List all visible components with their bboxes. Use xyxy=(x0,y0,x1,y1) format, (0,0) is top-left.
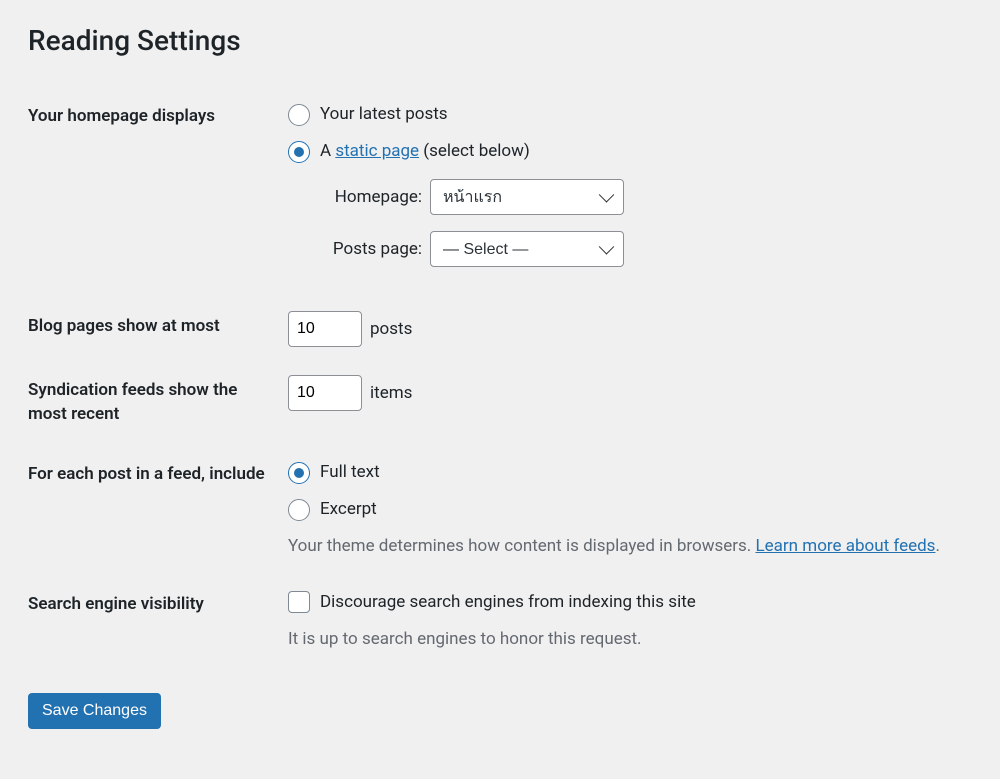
label-homepage-displays: Your homepage displays xyxy=(28,87,288,297)
input-posts-per-page[interactable] xyxy=(288,311,362,347)
label-sev: Search engine visibility xyxy=(28,575,288,667)
save-button[interactable]: Save Changes xyxy=(28,693,161,729)
label-homepage-select: Homepage: xyxy=(320,184,422,211)
input-syndication-items[interactable] xyxy=(288,375,362,411)
link-static-page[interactable]: static page xyxy=(335,141,419,161)
radio-static-page[interactable] xyxy=(288,141,310,163)
feed-description: Your theme determines how content is dis… xyxy=(288,533,972,560)
reading-settings-page: Reading Settings Your homepage displays … xyxy=(0,0,1000,753)
suffix-posts: posts xyxy=(370,316,412,343)
radio-text-latest: Your latest posts xyxy=(320,101,448,128)
suffix-items: items xyxy=(370,380,412,407)
label-postspage-select: Posts page: xyxy=(320,236,422,263)
radio-text-full: Full text xyxy=(320,459,380,486)
settings-form: Your homepage displays Your latest posts… xyxy=(28,87,972,667)
checkbox-label-discourage[interactable]: Discourage search engines from indexing … xyxy=(288,589,972,616)
checkbox-text-discourage: Discourage search engines from indexing … xyxy=(320,589,696,616)
label-syndication: Syndication feeds show the most recent xyxy=(28,361,288,445)
radio-label-excerpt[interactable]: Excerpt xyxy=(288,496,972,523)
radio-label-latest-posts[interactable]: Your latest posts xyxy=(288,101,972,128)
static-page-subfields: Homepage: หน้าแรก Posts page: xyxy=(320,179,972,267)
page-title: Reading Settings xyxy=(28,24,972,57)
radio-label-static-page[interactable]: A static page (select below) xyxy=(288,138,972,165)
select-postspage[interactable]: — Select — xyxy=(430,231,624,267)
label-blog-pages: Blog pages show at most xyxy=(28,297,288,361)
radio-latest-posts[interactable] xyxy=(288,104,310,126)
homepage-radio-group: Your latest posts A static page (select … xyxy=(288,101,972,165)
radio-label-full-text[interactable]: Full text xyxy=(288,459,972,486)
sev-description: It is up to search engines to honor this… xyxy=(288,626,972,653)
select-homepage[interactable]: หน้าแรก xyxy=(430,179,624,215)
feed-include-radio-group: Full text Excerpt xyxy=(288,459,972,523)
checkbox-discourage[interactable] xyxy=(288,591,310,613)
label-feed-include: For each post in a feed, include xyxy=(28,445,288,575)
radio-text-excerpt: Excerpt xyxy=(320,496,377,523)
link-learn-feeds[interactable]: Learn more about feeds xyxy=(756,536,936,556)
radio-excerpt[interactable] xyxy=(288,499,310,521)
radio-text-static: A static page (select below) xyxy=(320,138,530,165)
radio-full-text[interactable] xyxy=(288,462,310,484)
